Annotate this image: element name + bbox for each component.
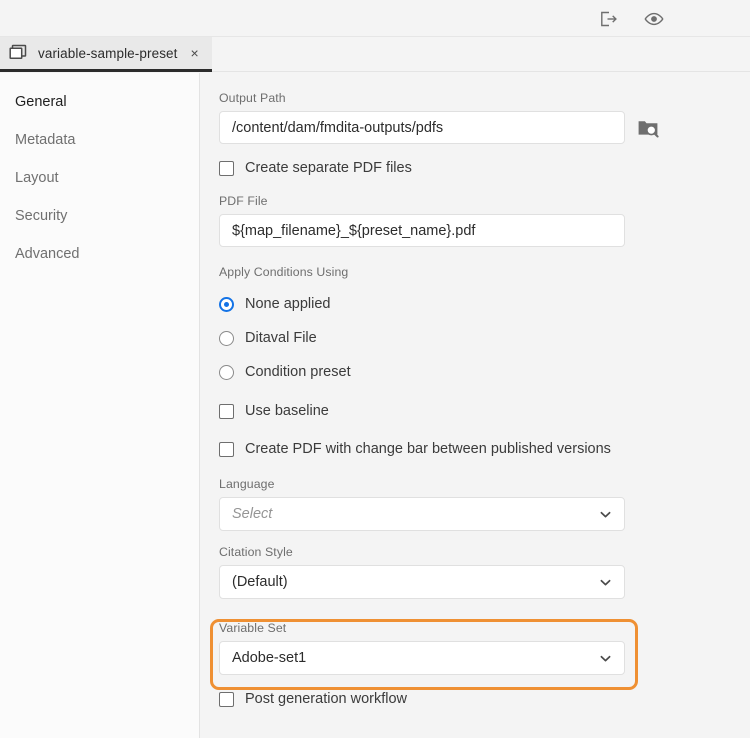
- radio-unselected-icon: [219, 364, 234, 380]
- checkbox-box-icon: [219, 403, 234, 419]
- language-label: Language: [219, 477, 275, 491]
- close-icon[interactable]: ×: [191, 46, 199, 60]
- use-baseline-checkbox[interactable]: Use baseline: [219, 403, 750, 419]
- sidebar-item-label: Metadata: [15, 132, 76, 148]
- change-bar-checkbox[interactable]: Create PDF with change bar between publi…: [219, 441, 750, 457]
- sidebar-item-layout[interactable]: Layout: [0, 159, 199, 197]
- sidebar-item-advanced[interactable]: Advanced: [0, 235, 199, 273]
- radio-selected-icon: [219, 296, 234, 312]
- create-separate-pdf-label: Create separate PDF files: [245, 160, 412, 176]
- sidebar-item-label: General: [15, 94, 67, 110]
- export-icon[interactable]: [598, 9, 618, 29]
- use-baseline-label: Use baseline: [245, 403, 329, 419]
- citation-style-label: Citation Style: [219, 545, 293, 559]
- general-settings-panel: Output Path /content/dam/fmdita-outputs/…: [201, 73, 750, 738]
- preview-eye-icon[interactable]: [644, 9, 664, 29]
- tab-strip: variable-sample-preset ×: [0, 37, 750, 72]
- chevron-down-icon: [599, 576, 612, 589]
- pdf-file-input[interactable]: ${map_filename}_${preset_name}.pdf: [219, 214, 625, 247]
- tab-variable-sample-preset[interactable]: variable-sample-preset ×: [0, 37, 212, 72]
- folder-search-icon[interactable]: [637, 117, 659, 139]
- sidebar-item-label: Advanced: [15, 246, 80, 262]
- checkbox-box-icon: [219, 441, 234, 457]
- radio-ditaval-file-label: Ditaval File: [245, 330, 317, 346]
- output-path-input[interactable]: /content/dam/fmdita-outputs/pdfs: [219, 111, 625, 144]
- checkbox-box-icon: [219, 160, 234, 176]
- citation-style-value: (Default): [232, 574, 288, 590]
- settings-sidebar: General Metadata Layout Security Advance…: [0, 73, 200, 738]
- tab-label: variable-sample-preset: [38, 45, 178, 61]
- sidebar-item-general[interactable]: General: [0, 83, 199, 121]
- create-separate-pdf-checkbox[interactable]: Create separate PDF files: [219, 160, 750, 176]
- radio-unselected-icon: [219, 330, 234, 346]
- checkbox-box-icon: [219, 691, 234, 707]
- header-action-group: [598, 0, 664, 37]
- language-select[interactable]: Select: [219, 497, 625, 531]
- variable-set-value: Adobe-set1: [232, 650, 307, 666]
- sidebar-item-label: Security: [15, 208, 68, 224]
- chevron-down-icon: [599, 508, 612, 521]
- output-path-label: Output Path: [219, 91, 286, 105]
- sidebar-item-label: Layout: [15, 170, 59, 186]
- app-header: [0, 0, 750, 37]
- radio-condition-preset-label: Condition preset: [245, 364, 351, 380]
- radio-ditaval-file[interactable]: Ditaval File: [219, 327, 750, 349]
- apply-conditions-label: Apply Conditions Using: [219, 265, 349, 279]
- variable-set-select[interactable]: Adobe-set1: [219, 641, 625, 675]
- output-path-row: /content/dam/fmdita-outputs/pdfs: [219, 111, 750, 144]
- citation-style-select[interactable]: (Default): [219, 565, 625, 599]
- sidebar-item-metadata[interactable]: Metadata: [0, 121, 199, 159]
- post-generation-workflow-checkbox[interactable]: Post generation workflow: [219, 691, 750, 707]
- language-value: Select: [232, 506, 273, 522]
- radio-condition-preset[interactable]: Condition preset: [219, 361, 750, 383]
- post-generation-workflow-label: Post generation workflow: [245, 691, 407, 707]
- chevron-down-icon: [599, 652, 612, 665]
- pdf-file-label: PDF File: [219, 194, 268, 208]
- radio-none-applied[interactable]: None applied: [219, 293, 750, 315]
- sidebar-item-security[interactable]: Security: [0, 197, 199, 235]
- windows-stack-icon: [9, 44, 29, 62]
- radio-none-applied-label: None applied: [245, 296, 331, 312]
- variable-set-label: Variable Set: [219, 621, 287, 635]
- change-bar-label: Create PDF with change bar between publi…: [245, 441, 611, 457]
